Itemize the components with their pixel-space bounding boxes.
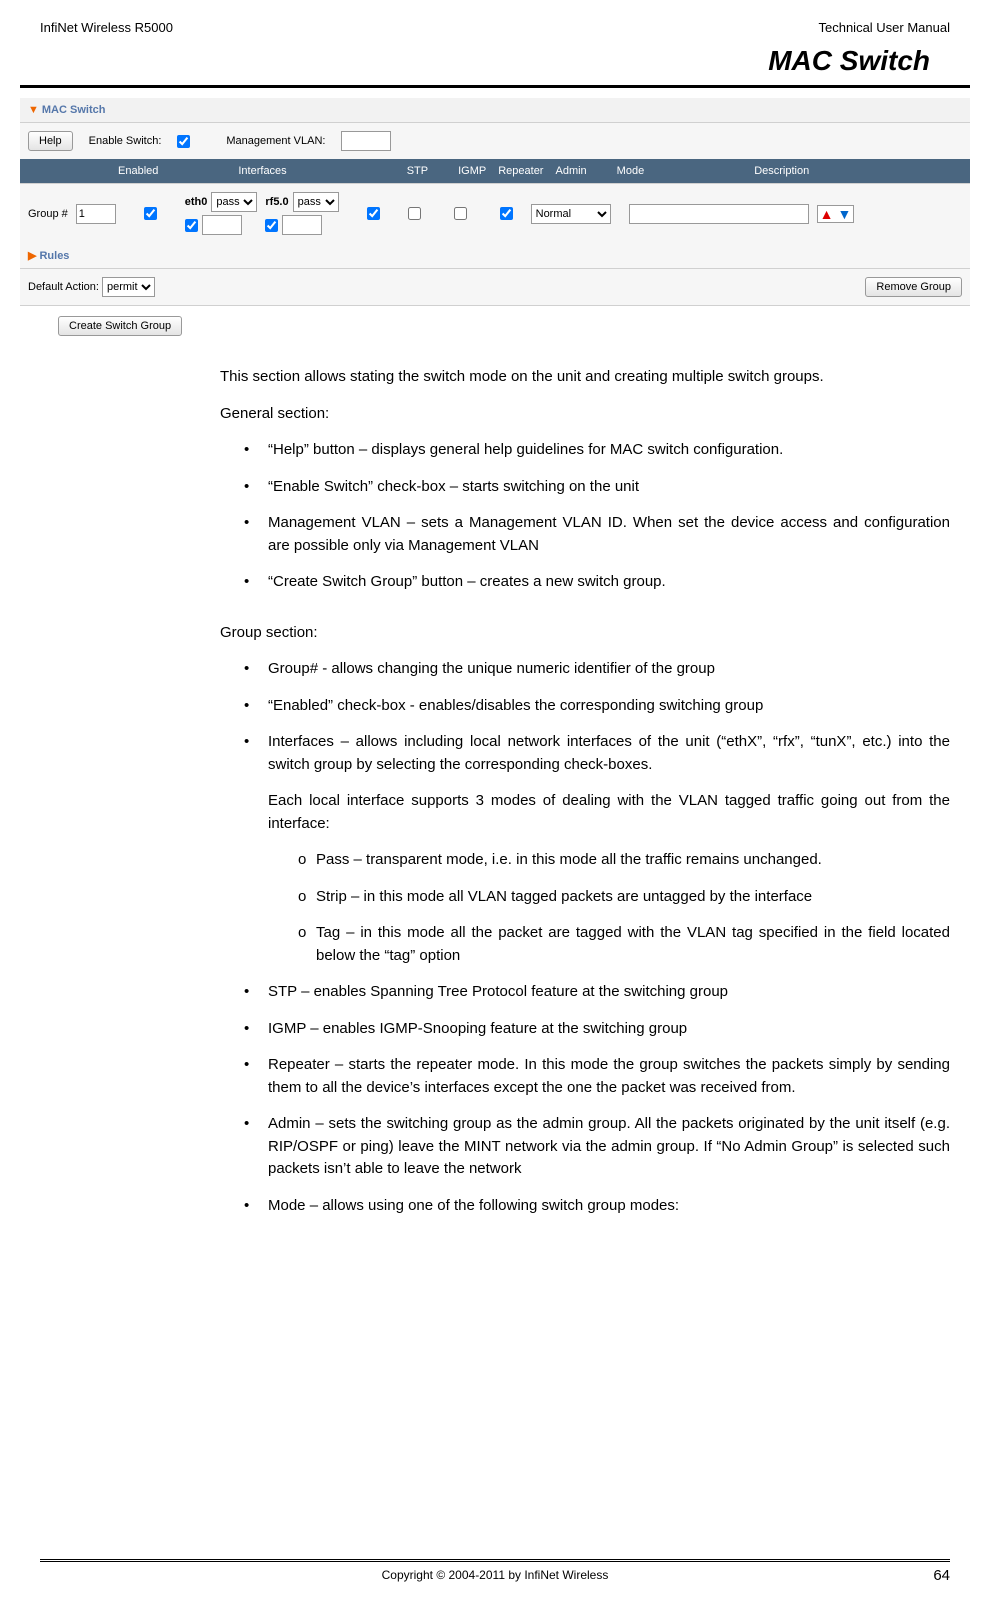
section-title: MAC Switch [20, 40, 970, 88]
col-stp: STP [407, 165, 428, 177]
header-right: Technical User Manual [818, 20, 950, 35]
group-item-mode: Mode – allows using one of the following… [244, 1195, 950, 1218]
interfaces-subpara: Each local interface supports 3 modes of… [268, 790, 950, 835]
sub-pass: Pass – transparent mode, i.e. in this mo… [298, 849, 950, 872]
iface2-mode-select[interactable]: pass [293, 192, 339, 212]
page-number: 64 [933, 1567, 950, 1584]
group-item-interfaces: Interfaces – allows including local netw… [244, 731, 950, 967]
iface1-mode-select[interactable]: pass [211, 192, 257, 212]
stp-checkbox[interactable] [367, 207, 380, 220]
default-action-label: Default Action: [28, 281, 99, 293]
iface1-tag-input[interactable] [202, 215, 242, 235]
header-left: InfiNet Wireless R5000 [40, 20, 173, 35]
group-number-input[interactable] [76, 204, 116, 224]
table-header: Enabled Interfaces STP IGMP Repeater Adm… [20, 159, 970, 183]
footer: Copyright © 2004-2011 by InfiNet Wireles… [40, 1559, 950, 1582]
iface1-label: eth0 [185, 196, 208, 208]
panel-header[interactable]: ▼ MAC Switch [20, 98, 970, 122]
mgmt-vlan-input[interactable] [341, 131, 391, 151]
group-label: Group # [28, 208, 68, 220]
col-mode: Mode [617, 165, 645, 177]
iface2-block: rf5.0 pass [265, 192, 338, 235]
rules-label: Rules [39, 250, 69, 262]
igmp-checkbox[interactable] [408, 207, 421, 220]
group-item-igmp: IGMP – enables IGMP-Snooping feature at … [244, 1018, 950, 1041]
general-item-create: “Create Switch Group” button – creates a… [244, 571, 950, 594]
iface1-block: eth0 pass [185, 192, 258, 235]
rules-toggle[interactable]: ▶ Rules [20, 243, 970, 268]
intro-para: This section allows stating the switch m… [220, 366, 950, 389]
col-enabled: Enabled [118, 165, 158, 177]
mgmt-vlan-label: Management VLAN: [226, 135, 325, 147]
help-button[interactable]: Help [28, 131, 73, 151]
group-enabled-checkbox[interactable] [144, 207, 157, 220]
group-label: Group section: [220, 622, 950, 645]
collapse-icon: ▼ [28, 104, 39, 116]
copyright: Copyright © 2004-2011 by InfiNet Wireles… [382, 1568, 609, 1582]
repeater-checkbox[interactable] [454, 207, 467, 220]
general-label: General section: [220, 403, 950, 426]
reorder-arrows[interactable]: ▲ ▼ [817, 205, 855, 223]
document-body: This section allows stating the switch m… [220, 366, 950, 1217]
enable-switch-checkbox[interactable] [177, 135, 190, 148]
group-item-admin: Admin – sets the switching group as the … [244, 1113, 950, 1181]
mode-select[interactable]: Normal [531, 204, 611, 224]
group-item-stp: STP – enables Spanning Tree Protocol fea… [244, 981, 950, 1004]
iface1-checkbox[interactable] [185, 219, 198, 232]
general-item-enable: “Enable Switch” check-box – starts switc… [244, 476, 950, 499]
col-igmp: IGMP [458, 165, 486, 177]
remove-group-button[interactable]: Remove Group [865, 277, 962, 297]
group-item-groupnum: Group# - allows changing the unique nume… [244, 658, 950, 681]
arrow-up-icon[interactable]: ▲ [818, 206, 836, 222]
col-description: Description [754, 165, 809, 177]
col-repeater: Repeater [498, 165, 543, 177]
enable-switch-label: Enable Switch: [89, 135, 162, 147]
group-row: Group # eth0 pass rf5.0 pass [20, 183, 970, 243]
sub-tag: Tag – in this mode all the packet are ta… [298, 922, 950, 967]
expand-icon: ▶ [28, 249, 36, 262]
iface2-checkbox[interactable] [265, 219, 278, 232]
iface2-label: rf5.0 [265, 196, 288, 208]
iface2-tag-input[interactable] [282, 215, 322, 235]
description-input[interactable] [629, 204, 809, 224]
col-interfaces: Interfaces [238, 165, 286, 177]
sub-strip: Strip – in this mode all VLAN tagged pac… [298, 886, 950, 909]
group-item-enabled: “Enabled” check-box - enables/disables t… [244, 695, 950, 718]
general-item-help: “Help” button – displays general help gu… [244, 439, 950, 462]
panel-title: MAC Switch [42, 104, 106, 116]
ui-screenshot: ▼ MAC Switch Help Enable Switch: Managem… [20, 98, 970, 346]
general-item-mgmt: Management VLAN – sets a Management VLAN… [244, 512, 950, 557]
default-action-select[interactable]: permit [102, 277, 155, 297]
group-item-repeater: Repeater – starts the repeater mode. In … [244, 1054, 950, 1099]
create-switch-group-button[interactable]: Create Switch Group [58, 316, 182, 336]
arrow-down-icon[interactable]: ▼ [835, 206, 853, 222]
admin-checkbox[interactable] [500, 207, 513, 220]
col-admin: Admin [555, 165, 586, 177]
